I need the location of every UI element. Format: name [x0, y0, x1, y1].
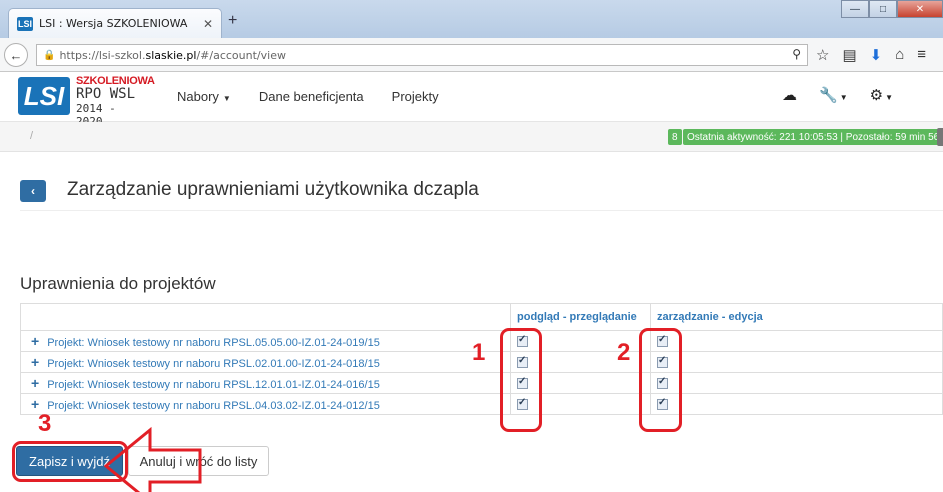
chevron-down-icon: ▼ — [222, 94, 231, 103]
table-row: + Projekt: Wniosek testowy nr naboru RPSL… — [20, 372, 943, 394]
close-tab-icon[interactable]: ✕ — [203, 17, 213, 31]
expand-plus-icon[interactable]: + — [31, 333, 39, 349]
project-cell: + Projekt: Wniosek testowy nr naboru RPSL… — [20, 330, 511, 352]
table-row: + Projekt: Wniosek testowy nr naboru RPSL… — [20, 393, 943, 415]
lock-icon: 🔒 — [43, 49, 56, 61]
wrench-icon[interactable]: 🔧 ▼ — [819, 86, 848, 104]
new-tab-icon[interactable]: + — [228, 12, 237, 30]
annotation-box-save — [12, 441, 128, 482]
menu-item-dane-beneficjenta[interactable]: Dane beneficjenta — [259, 89, 364, 104]
main-menu: Nabory ▼ Dane beneficjenta Projekty — [177, 89, 439, 104]
project-cell: + Projekt: Wniosek testowy nr naboru RPSL… — [20, 393, 511, 415]
column-header-edit: zarządzanie - edycja — [650, 303, 943, 331]
edit-cell — [650, 330, 943, 352]
browser-tab[interactable]: LSI LSI : Wersja SZKOLENIOWA ✕ — [8, 8, 222, 38]
section-title: Uprawnienia do projektów — [20, 274, 216, 293]
back-button[interactable]: ‹ — [20, 180, 46, 202]
window-close-icon[interactable]: ✕ — [897, 0, 943, 18]
annotation-number-3: 3 — [38, 410, 52, 437]
menu-item-nabory[interactable]: Nabory ▼ — [177, 89, 231, 104]
window-controls: — □ ✕ — [841, 0, 943, 18]
favicon-icon: LSI — [17, 16, 33, 31]
logo-rpo: RPO WSL — [76, 86, 136, 102]
star-icon[interactable]: ☆ — [816, 46, 829, 64]
annotation-box-edit — [639, 328, 682, 432]
annotation-number-1: 1 — [472, 339, 486, 366]
annotation-box-view — [500, 328, 542, 432]
expand-plus-icon[interactable]: + — [31, 354, 39, 370]
browser-back-icon[interactable]: ← — [4, 43, 28, 67]
breadcrumb: / 8 Ostatnia aktywność: 221 10:05:53 | P… — [0, 122, 943, 152]
project-cell: + Projekt: Wniosek testowy nr naboru RPSL… — [20, 372, 511, 394]
column-header-project — [20, 303, 511, 331]
project-link[interactable]: Projekt: Wniosek testowy nr naboru RPSL.… — [47, 358, 380, 370]
cancel-and-return-button[interactable]: Anuluj i wróć do listy — [128, 446, 269, 476]
project-cell: + Projekt: Wniosek testowy nr naboru RPSL… — [20, 351, 511, 373]
logout-badge[interactable] — [937, 128, 943, 146]
url-host: slaskie.pl — [145, 48, 197, 62]
logo[interactable]: LSI SZKOLENIOWA RPO WSL 2014 - 2020 — [18, 75, 155, 128]
page-title: Zarządzanie uprawnieniami użytkownika dc… — [67, 179, 479, 200]
app-header: LSI SZKOLENIOWA RPO WSL 2014 - 2020 Nabo… — [0, 72, 943, 128]
upload-cloud-icon[interactable]: ☁ — [782, 86, 797, 104]
browser-toolbar: ☆ ▤ ⬇ ⌂ ≡ — [816, 46, 926, 64]
maximize-icon[interactable]: □ — [869, 0, 897, 18]
home-icon[interactable]: ⌂ — [895, 46, 904, 64]
url-prefix: https://lsi-szkol. — [59, 48, 146, 62]
column-header-view: podgląd - przeglądanie — [510, 303, 651, 331]
menu-item-projekty[interactable]: Projekty — [392, 89, 439, 104]
header-icons: ☁ 🔧 ▼ ⚙ ▼ — [782, 86, 893, 104]
edit-cell — [650, 351, 943, 373]
expand-plus-icon[interactable]: + — [31, 375, 39, 391]
table-header-row: podgląd - przeglądanie zarządzanie - edy… — [20, 303, 943, 331]
gear-icon[interactable]: ⚙ ▼ — [870, 86, 893, 104]
notification-badge[interactable]: 8 — [668, 129, 682, 145]
browser-nav-bar: ← 🔒 https://lsi-szkol. slaskie.pl/#/accou… — [0, 38, 943, 72]
address-bar[interactable]: 🔒 https://lsi-szkol. slaskie.pl/#/account… — [36, 44, 808, 66]
url-path: /#/account/view — [196, 48, 286, 62]
logo-lsi: LSI — [18, 77, 70, 115]
search-icon[interactable]: ⚲ — [792, 47, 801, 61]
project-link[interactable]: Projekt: Wniosek testowy nr naboru RPSL.… — [47, 379, 380, 391]
annotation-number-2: 2 — [617, 339, 631, 366]
minimize-icon[interactable]: — — [841, 0, 869, 18]
edit-cell — [650, 393, 943, 415]
tab-title: LSI : Wersja SZKOLENIOWA — [39, 17, 188, 30]
edit-cell — [650, 372, 943, 394]
browser-tab-strip: LSI LSI : Wersja SZKOLENIOWA ✕ + — □ ✕ — [0, 0, 943, 38]
reading-list-icon[interactable]: ▤ — [842, 46, 856, 64]
project-link[interactable]: Projekt: Wniosek testowy nr naboru RPSL.… — [47, 337, 380, 349]
project-link[interactable]: Projekt: Wniosek testowy nr naboru RPSL.… — [47, 400, 380, 412]
download-icon[interactable]: ⬇ — [870, 46, 883, 64]
chevron-left-icon: ‹ — [31, 184, 35, 198]
title-divider — [20, 210, 943, 211]
session-status-badge: Ostatnia aktywność: 221 10:05:53 | Pozos… — [683, 129, 943, 145]
menu-icon[interactable]: ≡ — [917, 46, 926, 64]
breadcrumb-separator: / — [30, 130, 34, 142]
